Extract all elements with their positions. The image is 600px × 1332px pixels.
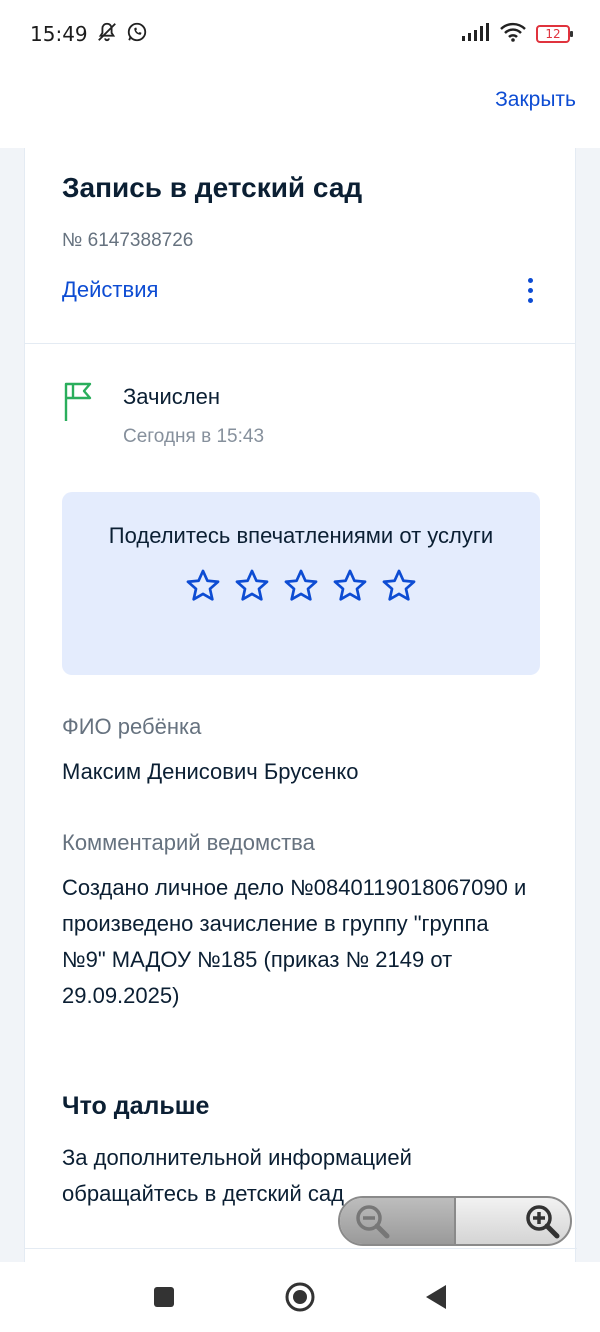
status-title: Зачислен — [123, 384, 221, 409]
child-name-value: Максим Денисович Брусенко — [62, 759, 359, 784]
status-bar-right: 12 — [462, 22, 573, 47]
comment-value: Создано личное дело №0840119018067090 и … — [62, 875, 527, 1008]
rating-box: Поделитесь впечатлениями от услуги — [62, 492, 540, 675]
home-circle-icon[interactable] — [280, 1277, 320, 1317]
comment-label: Комментарий ведомства — [62, 830, 315, 855]
signal-icon — [462, 22, 490, 46]
actions-link[interactable]: Действия — [62, 277, 158, 303]
zoom-control — [338, 1196, 572, 1246]
star-icon[interactable] — [282, 567, 320, 605]
next-steps-title: Что дальше — [62, 1092, 210, 1120]
battery-icon: 12 — [536, 25, 573, 43]
status-bar-left: 15:49 — [30, 21, 148, 48]
back-triangle-icon[interactable] — [416, 1277, 456, 1317]
star-icon[interactable] — [380, 567, 418, 605]
application-card: Запись в детский сад № 6147388726 Действ… — [24, 148, 577, 1263]
card-header: Запись в детский сад № 6147388726 Действ… — [25, 148, 575, 344]
page-title: Запись в детский сад — [62, 172, 363, 203]
zoom-in-icon — [526, 1205, 560, 1239]
rating-prompt: Поделитесь впечатлениями от услуги — [108, 523, 494, 548]
status-bar: 15:49 12 — [0, 0, 600, 68]
status-time: 15:49 — [30, 22, 88, 46]
star-icon[interactable] — [331, 567, 369, 605]
wifi-icon — [500, 22, 526, 47]
battery-level: 12 — [545, 27, 561, 41]
close-button[interactable]: Закрыть — [495, 88, 576, 112]
recents-square-icon[interactable] — [144, 1277, 184, 1317]
flag-icon — [62, 382, 98, 422]
system-nav-bar — [0, 1262, 600, 1332]
rating-stars — [62, 567, 540, 605]
whatsapp-icon — [126, 21, 148, 48]
star-icon[interactable] — [184, 567, 222, 605]
more-menu-icon[interactable] — [518, 274, 542, 306]
divider — [25, 1248, 577, 1249]
top-bar: Закрыть — [0, 68, 600, 148]
zoom-out-button[interactable] — [340, 1198, 456, 1244]
zoom-out-icon — [356, 1205, 390, 1239]
star-icon[interactable] — [233, 567, 271, 605]
mute-bell-icon — [96, 21, 118, 48]
child-name-label: ФИО ребёнка — [62, 714, 202, 739]
actions-row: Действия — [62, 274, 538, 306]
zoom-in-button[interactable] — [456, 1198, 570, 1244]
status-time-text: Сегодня в 15:43 — [123, 426, 265, 447]
application-number: № 6147388726 — [62, 230, 194, 251]
